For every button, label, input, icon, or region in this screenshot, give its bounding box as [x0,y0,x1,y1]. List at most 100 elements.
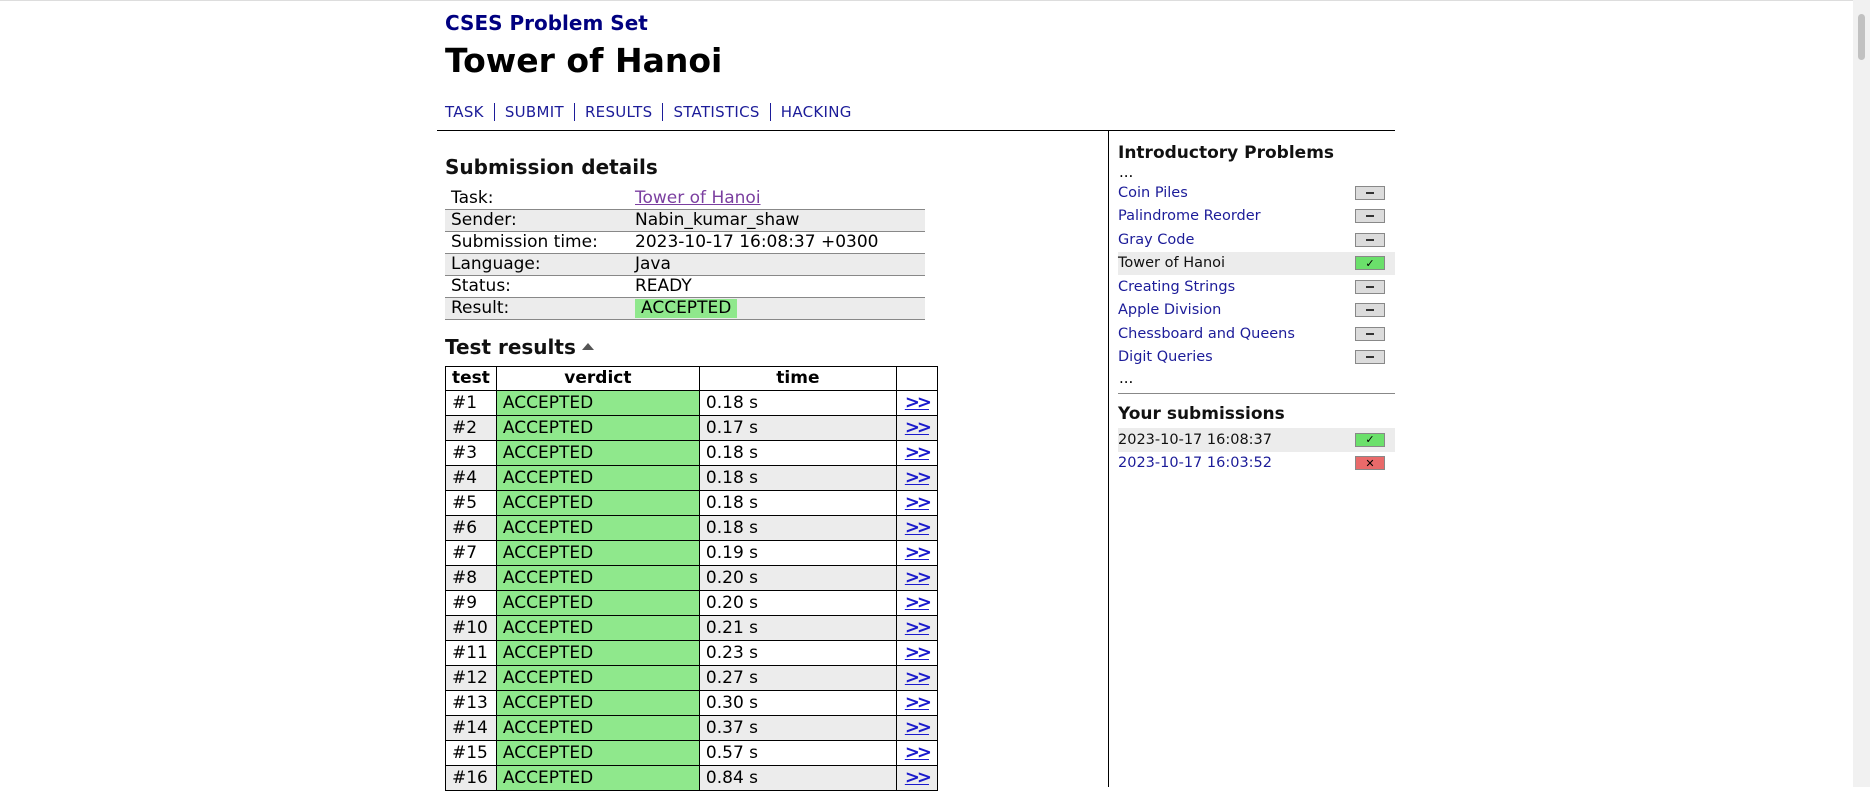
time-cell: 0.18 s [698,440,897,466]
details-label: Language: [451,254,541,274]
test-results-heading-label: Test results [445,335,576,359]
problem-list-item[interactable]: Gray Code [1118,228,1395,252]
double-chevron-right-icon[interactable]: >> [905,492,932,513]
nav-statistics[interactable]: STATISTICS [662,103,769,121]
double-chevron-right-icon[interactable]: >> [905,767,932,788]
double-chevron-right-icon[interactable]: >> [905,517,932,538]
problem-link[interactable]: Palindrome Reorder [1118,208,1261,224]
double-chevron-right-icon[interactable]: >> [905,467,932,488]
site-title[interactable]: CSES Problem Set [445,11,648,35]
double-chevron-right-icon[interactable]: >> [905,392,932,413]
sidebar-divider-line [1118,393,1395,394]
details-label: Submission time: [451,232,598,252]
problem-list-item[interactable]: Apple Division [1118,299,1395,323]
page-title: Tower of Hanoi [445,41,723,80]
table-row: #11 ACCEPTED 0.23 s >> [445,640,938,666]
table-row: #1 ACCEPTED 0.18 s >> [445,390,938,416]
details-link-cell: >> [895,465,938,491]
test-number: #2 [445,415,497,441]
verdict-cell: ACCEPTED [495,690,700,716]
double-chevron-right-icon[interactable]: >> [905,442,932,463]
time-cell: 0.57 s [698,740,897,766]
dash-icon [1355,279,1385,294]
vertical-scrollbar[interactable] [1853,0,1870,787]
nav-task[interactable]: TASK [445,103,494,121]
nav-results[interactable]: RESULTS [573,103,662,121]
details-row-task: Task: Tower of Hanoi [445,188,925,210]
time-cell: 0.27 s [698,665,897,691]
problem-link[interactable]: Digit Queries [1118,349,1213,365]
double-chevron-right-icon[interactable]: >> [905,667,932,688]
details-link-cell: >> [895,565,938,591]
column-header-verdict: verdict [495,366,700,391]
double-chevron-right-icon[interactable]: >> [905,417,932,438]
dash-icon [1355,326,1385,341]
double-chevron-right-icon[interactable]: >> [905,742,932,763]
test-number: #8 [445,565,497,591]
problem-link[interactable]: Gray Code [1118,232,1194,248]
table-row: #3 ACCEPTED 0.18 s >> [445,440,938,466]
verdict-cell: ACCEPTED [495,440,700,466]
cross-icon: ✕ [1355,456,1385,471]
time-cell: 0.18 s [698,465,897,491]
double-chevron-right-icon[interactable]: >> [905,642,932,663]
problem-list-item[interactable]: Creating Strings [1118,275,1395,299]
task-link[interactable]: Tower of Hanoi [635,188,761,208]
problem-list-item[interactable]: Chessboard and Queens [1118,322,1395,346]
double-chevron-right-icon[interactable]: >> [905,692,932,713]
nav-hacking[interactable]: HACKING [769,103,862,121]
time-cell: 0.19 s [698,540,897,566]
problem-link[interactable]: Creating Strings [1118,279,1235,295]
time-cell: 0.18 s [698,490,897,516]
dash-icon [1355,185,1385,200]
double-chevron-right-icon[interactable]: >> [905,542,932,563]
double-chevron-right-icon[interactable]: >> [905,592,932,613]
problem-list-item[interactable]: Digit Queries [1118,346,1395,370]
verdict-cell: ACCEPTED [495,665,700,691]
problem-link[interactable]: Apple Division [1118,302,1221,318]
details-link-cell: >> [895,715,938,741]
sidebar: Introductory Problems ... Coin Piles Pali… [1118,143,1395,475]
test-number: #4 [445,465,497,491]
test-results-heading[interactable]: Test results [445,335,594,359]
problem-list-item[interactable]: Palindrome Reorder [1118,205,1395,229]
sidebar-ellipsis-bottom: ... [1119,369,1134,387]
details-label: Sender: [451,210,517,230]
problem-list-item[interactable]: Coin Piles [1118,181,1395,205]
double-chevron-right-icon[interactable]: >> [905,567,932,588]
triangle-up-icon[interactable] [581,343,594,350]
verdict-cell: ACCEPTED [495,740,700,766]
details-link-cell: >> [895,615,938,641]
verdict-cell: ACCEPTED [495,390,700,416]
table-row: #14 ACCEPTED 0.37 s >> [445,715,938,741]
scrollbar-thumb[interactable] [1858,14,1865,60]
sidebar-section-title: Introductory Problems [1118,143,1335,163]
problem-link[interactable]: Coin Piles [1118,185,1188,201]
double-chevron-right-icon[interactable]: >> [905,717,932,738]
details-link-cell: >> [895,490,938,516]
test-number: #14 [445,715,497,741]
details-link-cell: >> [895,415,938,441]
submission-list-item[interactable]: 2023-10-17 16:03:52 ✕ [1118,452,1395,476]
details-link-cell: >> [895,390,938,416]
test-number: #11 [445,640,497,666]
submission-link[interactable]: 2023-10-17 16:03:52 [1118,455,1272,471]
double-chevron-right-icon[interactable]: >> [905,617,932,638]
dash-icon [1355,232,1385,247]
verdict-cell: ACCEPTED [495,715,700,741]
details-label: Result: [451,298,510,318]
details-link-cell: >> [895,590,938,616]
submission-list-item: 2023-10-17 16:08:37 ✓ [1118,428,1395,452]
time-cell: 0.23 s [698,640,897,666]
check-icon: ✓ [1355,432,1385,447]
details-value: 2023-10-17 16:08:37 +0300 [635,232,879,252]
details-link-cell: >> [895,515,938,541]
verdict-cell: ACCEPTED [495,565,700,591]
table-row: #2 ACCEPTED 0.17 s >> [445,415,938,441]
verdict-cell: ACCEPTED [495,515,700,541]
nav-submit[interactable]: SUBMIT [493,103,574,121]
time-cell: 0.17 s [698,415,897,441]
problem-link[interactable]: Chessboard and Queens [1118,326,1295,342]
table-row: #15 ACCEPTED 0.57 s >> [445,740,938,766]
verdict-cell: ACCEPTED [495,640,700,666]
